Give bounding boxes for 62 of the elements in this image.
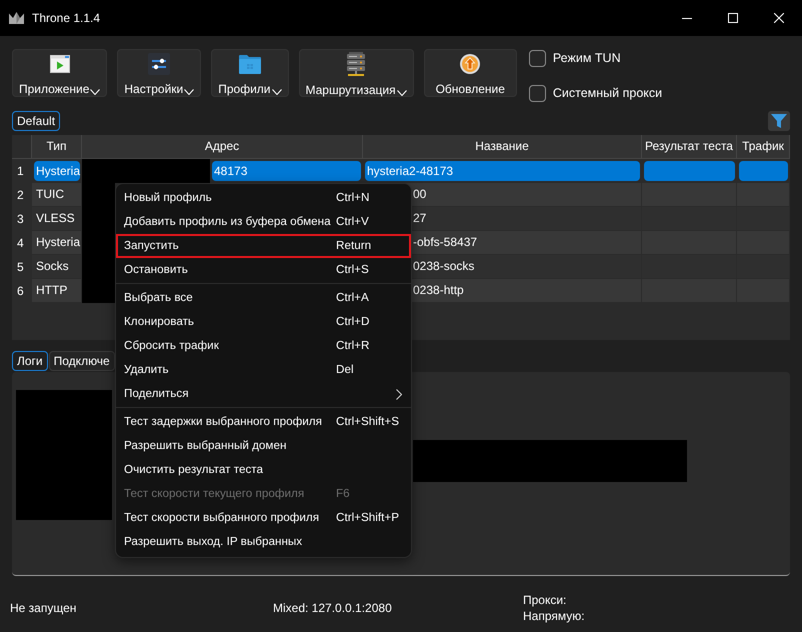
table-cell[interactable]: Hysteria bbox=[32, 231, 82, 255]
table-cell[interactable]: 48173 bbox=[212, 161, 361, 181]
menu-item[interactable]: Клонировать Ctrl+D bbox=[116, 310, 411, 334]
toolbar-button[interactable]: Профили bbox=[211, 49, 288, 97]
direct-label: Напрямую: bbox=[523, 608, 585, 624]
shortcut-text: Ctrl+D bbox=[336, 314, 370, 330]
table-cell[interactable]: VLESS bbox=[32, 207, 82, 231]
menu-item[interactable]: Тест задержки выбранного профиля Ctrl+Shift+S bbox=[116, 410, 411, 434]
toolbar-button[interactable]: Приложение bbox=[12, 49, 108, 97]
checkbox[interactable] bbox=[528, 85, 546, 102]
table-cell[interactable] bbox=[737, 255, 790, 279]
tab[interactable]: Подключе bbox=[48, 351, 115, 371]
column-header[interactable]: Тип bbox=[32, 135, 82, 159]
checkbox[interactable] bbox=[528, 50, 546, 67]
header-corner bbox=[12, 135, 32, 159]
column-header[interactable]: Трафик bbox=[737, 135, 790, 159]
window-title: Throne 1.1.4 bbox=[32, 10, 100, 26]
table-cell[interactable]: hysteria2-48173 bbox=[365, 161, 640, 181]
proxy-label: Прокси: bbox=[523, 592, 568, 608]
checkbox-label[interactable]: Системный прокси bbox=[552, 86, 662, 101]
shortcut-text: Del bbox=[336, 362, 354, 378]
column-header[interactable]: Адрес bbox=[82, 135, 363, 159]
checkbox-label[interactable]: Режим TUN bbox=[552, 51, 621, 66]
menu-item[interactable]: Сбросить трафик Ctrl+R bbox=[116, 334, 411, 358]
table-cell[interactable] bbox=[644, 161, 735, 181]
tab[interactable]: Default bbox=[12, 111, 60, 131]
table-cell[interactable] bbox=[737, 231, 790, 255]
toolbar-button[interactable]: Маршрутизация bbox=[298, 49, 414, 97]
maximize-icon bbox=[728, 13, 738, 23]
shortcut-text: F6 bbox=[336, 486, 350, 502]
column-header[interactable]: Результат теста bbox=[642, 135, 737, 159]
crown-icon bbox=[9, 12, 24, 24]
menu-item[interactable]: Поделиться bbox=[116, 382, 411, 406]
address-text: Mixed: 127.0.0.1:2080 bbox=[273, 600, 393, 616]
shortcut-text: Ctrl+R bbox=[336, 338, 370, 354]
shortcut-text: Ctrl+Shift+P bbox=[336, 510, 400, 526]
tab[interactable]: Логи bbox=[12, 351, 48, 371]
table-cell[interactable] bbox=[737, 279, 790, 303]
shortcut-text: Ctrl+Shift+S bbox=[336, 414, 400, 430]
menu-item[interactable]: Тест скорости выбранного профиля Ctrl+Shift+P bbox=[116, 506, 411, 530]
redaction-block bbox=[82, 279, 115, 303]
menu-item[interactable]: Разрешить выбранный домен bbox=[116, 434, 411, 458]
toolbar-button[interactable]: Настройки bbox=[117, 49, 202, 97]
table-cell[interactable] bbox=[737, 207, 790, 231]
menu-item[interactable]: Удалить Del bbox=[116, 358, 411, 382]
table-cell[interactable]: Hysteria bbox=[34, 161, 80, 181]
column-header[interactable]: Название bbox=[363, 135, 642, 159]
table-cell[interactable]: HTTP bbox=[32, 279, 82, 303]
menu-item[interactable]: Разрешить выход. IP выбранных bbox=[116, 530, 411, 554]
play-window-icon bbox=[50, 54, 70, 72]
folder-icon bbox=[238, 54, 261, 74]
table-cell[interactable]: Socks bbox=[32, 255, 82, 279]
menu-item[interactable]: Очистить результат теста bbox=[116, 458, 411, 482]
toolbar-button[interactable]: Обновление bbox=[424, 49, 517, 97]
table-cell[interactable] bbox=[737, 183, 790, 207]
table-cell[interactable] bbox=[739, 161, 788, 181]
sliders-icon bbox=[148, 52, 170, 74]
table-cell[interactable]: TUIC bbox=[32, 183, 82, 207]
up-arrow-icon bbox=[460, 54, 480, 74]
status-text: Не запущен bbox=[10, 600, 78, 616]
close-icon bbox=[774, 13, 784, 23]
filter-icon[interactable] bbox=[768, 111, 790, 131]
